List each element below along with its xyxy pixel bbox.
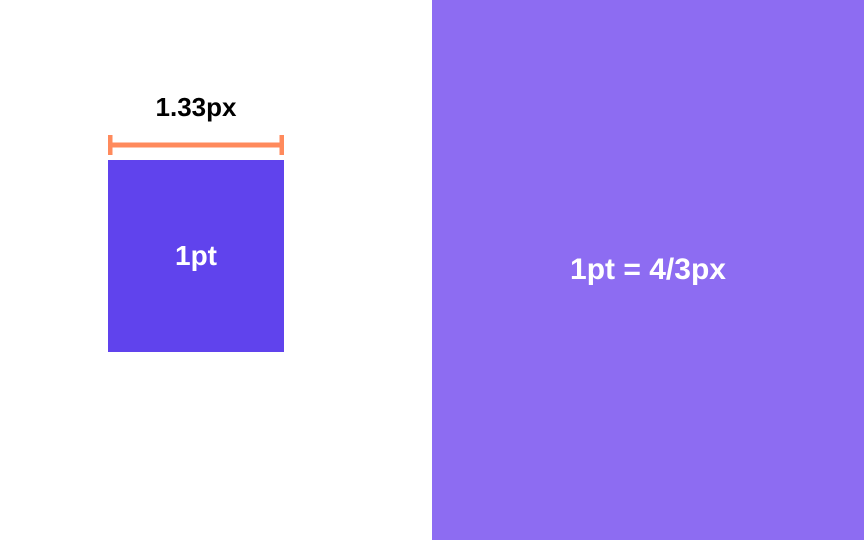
equation-text: 1pt = 4/3px [570,253,726,287]
dimension-line-icon [108,134,284,156]
unit-square: 1pt [108,160,284,352]
right-panel: 1pt = 4/3px [432,0,864,540]
square-label: 1pt [175,240,217,272]
left-panel: 1.33px 1pt [0,0,432,540]
dimension-label: 1.33px [108,92,284,123]
